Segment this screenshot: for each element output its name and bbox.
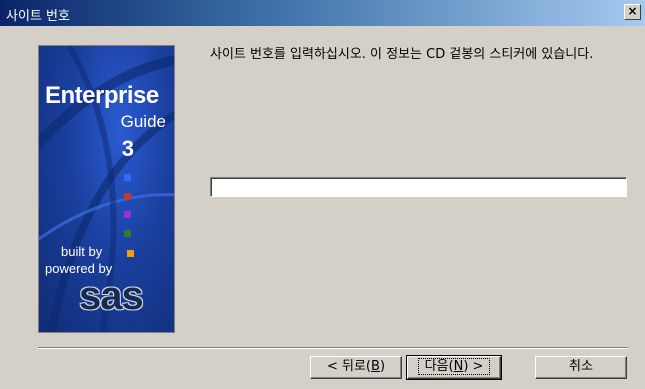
back-button-label-post: ) — [379, 359, 386, 374]
next-button-accelerator: N — [453, 359, 464, 374]
window-title: 사이트 번호 — [6, 9, 70, 24]
banner-version: 3 — [121, 136, 134, 161]
instruction-text: 사이트 번호를 입력하십시오. 이 정보는 CD 겉봉의 스티커에 있습니다. — [210, 47, 594, 62]
next-button-label-post: ) > — [463, 359, 484, 374]
close-icon: × — [627, 4, 638, 18]
banner-product-name: Enterprise — [45, 82, 159, 109]
next-button[interactable]: 다음(N) > — [406, 355, 502, 380]
next-button-label-pre: 다음( — [424, 359, 454, 374]
red-square-icon — [124, 193, 131, 200]
back-button-label-pre: < 뒤로( — [326, 359, 372, 374]
close-button[interactable]: × — [624, 4, 641, 20]
enterprise-guide-banner: Enterprise Guide 3 built by powered by s… — [38, 45, 175, 333]
sas-logo: sas — [79, 274, 144, 318]
site-number-input[interactable] — [210, 177, 627, 197]
back-button[interactable]: < 뒤로(B) — [310, 356, 402, 379]
button-divider — [38, 347, 628, 349]
back-button-accelerator: B — [371, 359, 380, 374]
cancel-button-label: 취소 — [569, 359, 593, 374]
title-bar: 사이트 번호 × — [0, 0, 645, 26]
green-square-icon — [124, 230, 131, 237]
orange-square-icon — [127, 250, 134, 257]
cancel-button[interactable]: 취소 — [535, 356, 627, 379]
banner-built-by: built by — [61, 244, 103, 259]
next-button-focus: 다음(N) > — [417, 358, 491, 375]
blue-square-icon — [124, 174, 131, 181]
site-number-dialog: 사이트 번호 × Enterprise Guide 3 built by pow… — [0, 0, 645, 389]
banner-subtitle: Guide — [120, 112, 166, 131]
purple-square-icon — [124, 211, 131, 218]
